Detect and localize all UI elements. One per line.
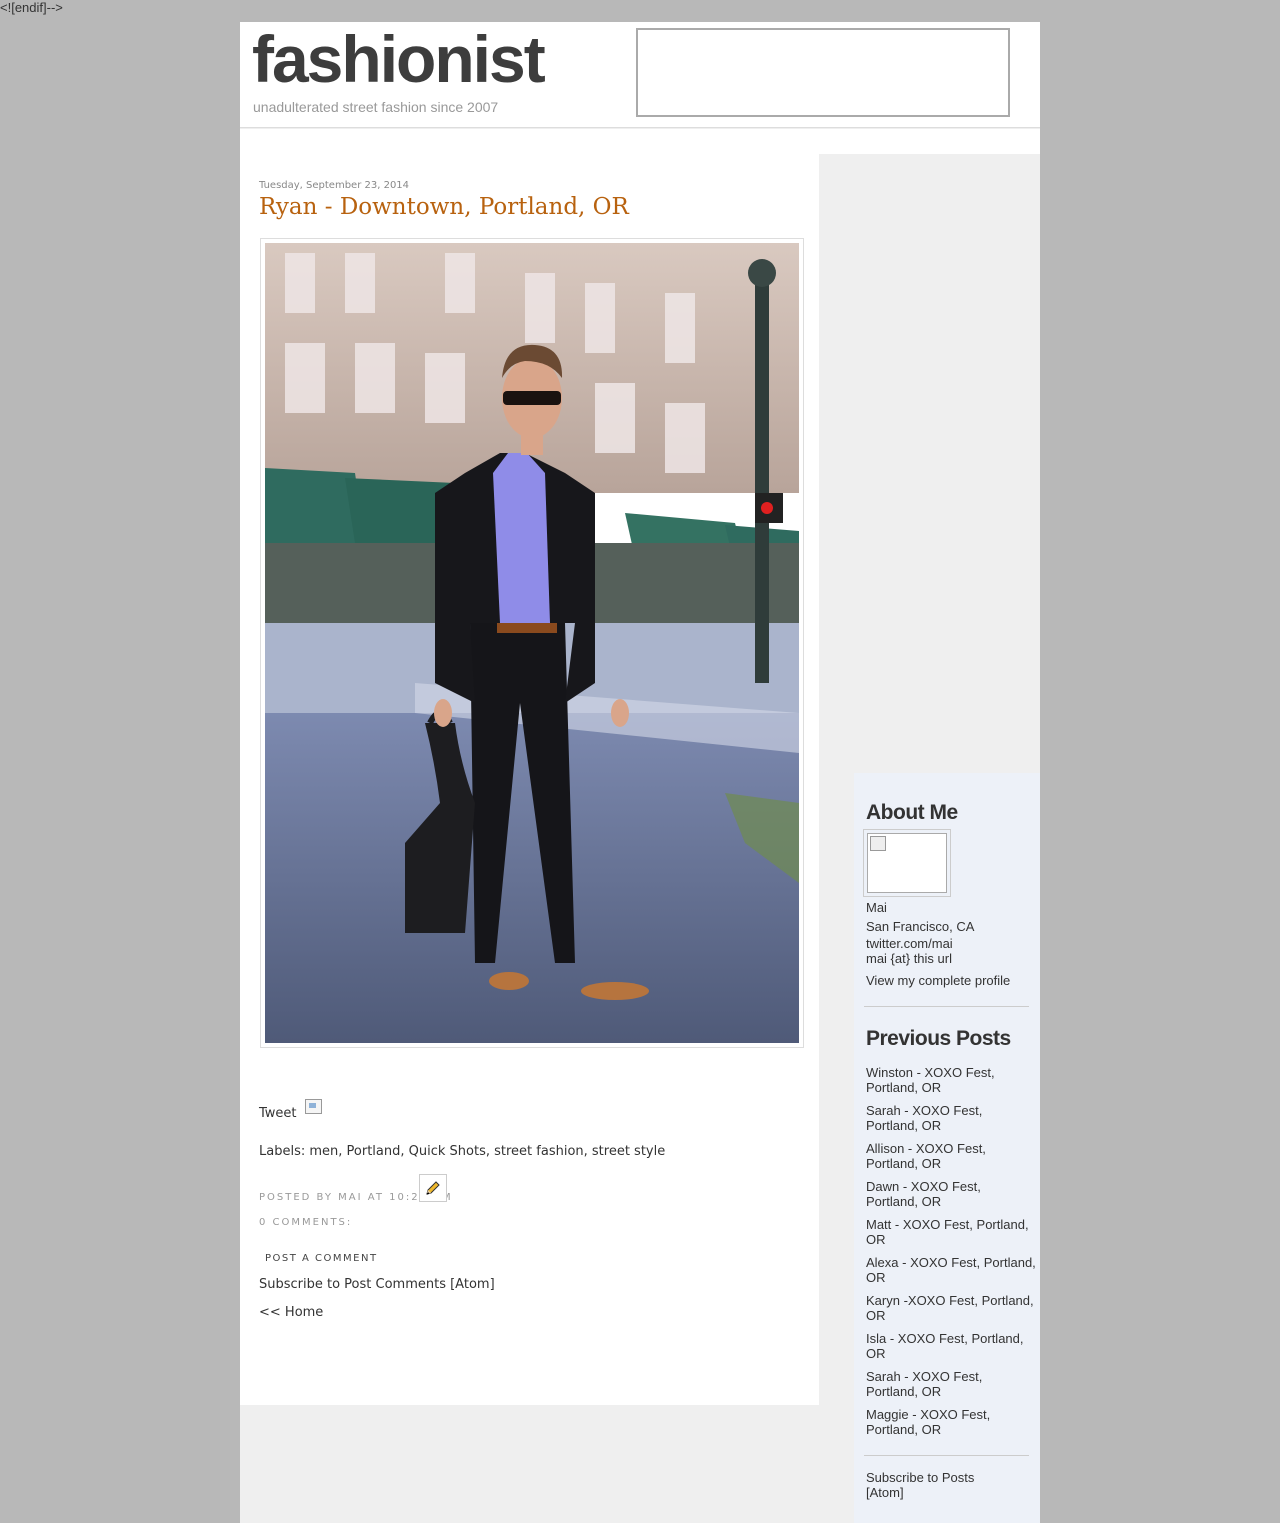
previous-post-link[interactable]: Sarah - XOXO Fest, Portland, OR [866,1103,1036,1133]
previous-post-link[interactable]: Allison - XOXO Fest, Portland, OR [866,1141,1036,1171]
previous-post-link[interactable]: Isla - XOXO Fest, Portland, OR [866,1331,1036,1361]
tweet-link[interactable]: Tweet [259,1106,297,1121]
label-link-street-style[interactable]: street style [592,1144,665,1159]
profile-location: San Francisco, CA [866,919,975,934]
sidebar-divider [864,1455,1029,1456]
previous-posts-heading: Previous Posts [866,1027,1011,1050]
tweet-row: Tweet [259,1099,322,1121]
previous-post-link[interactable]: Sarah - XOXO Fest, Portland, OR [866,1369,1036,1399]
edit-post-button[interactable] [419,1174,447,1202]
label-link-quick-shots[interactable]: Quick Shots [409,1144,486,1159]
main-column: Tuesday, September 23, 2014 Ryan - Downt… [240,154,819,1405]
previous-post-link[interactable]: Maggie - XOXO Fest, Portland, OR [866,1407,1036,1437]
previous-posts-list: Winston - XOXO Fest, Portland, OR Sarah … [866,1065,1036,1445]
subscribe-comments-link[interactable]: Subscribe to Post Comments [Atom] [259,1277,495,1292]
subscribe-posts-link[interactable]: Subscribe to Posts [Atom] [866,1470,976,1500]
sidebar: About Me Mai San Francisco, CA twitter.c… [854,773,1040,1523]
page-container: fashionist unadulterated street fashion … [240,22,1040,1523]
comments-count: 0 comments: [259,1217,353,1228]
site-description: unadulterated street fashion since 2007 [253,99,499,115]
label-link-street-fashion[interactable]: street fashion [494,1144,584,1159]
previous-post-link[interactable]: Dawn - XOXO Fest, Portland, OR [866,1179,1036,1209]
pencil-icon [426,1181,440,1195]
header-ad-box [636,28,1010,117]
previous-post-link[interactable]: Matt - XOXO Fest, Portland, OR [866,1217,1036,1247]
broken-image-icon [867,833,947,893]
label-link-portland[interactable]: Portland [347,1144,401,1159]
profile-email: mai {at} this url [866,951,952,966]
site-header: fashionist unadulterated street fashion … [240,22,1040,128]
profile-image[interactable] [863,829,951,897]
header-spacer [240,129,1040,154]
previous-post-link[interactable]: Winston - XOXO Fest, Portland, OR [866,1065,1036,1095]
site-title[interactable]: fashionist [252,24,546,94]
post-photo-frame [260,238,804,1048]
post-labels: Labels: men, Portland, Quick Shots, stre… [259,1144,666,1159]
profile-name[interactable]: Mai [866,900,887,915]
post-title[interactable]: Ryan - Downtown, Portland, OR [259,194,629,220]
labels-prefix: Labels: [259,1144,310,1159]
broken-image-icon[interactable] [304,1099,322,1114]
label-link-men[interactable]: men [309,1144,338,1159]
previous-post-link[interactable]: Alexa - XOXO Fest, Portland, OR [866,1255,1036,1285]
post-photo[interactable] [265,243,799,1043]
home-link[interactable]: << Home [259,1305,323,1320]
view-profile-link[interactable]: View my complete profile [866,973,1010,988]
about-me-heading: About Me [866,801,958,824]
sidebar-divider [864,1006,1029,1007]
post-date: Tuesday, September 23, 2014 [259,180,410,191]
post-a-comment-link[interactable]: Post a Comment [265,1253,378,1264]
previous-post-link[interactable]: Karyn -XOXO Fest, Portland, OR [866,1293,1036,1323]
stray-conditional-comment-text: <![endif]--> [0,0,63,15]
profile-twitter: twitter.com/mai [866,936,953,951]
